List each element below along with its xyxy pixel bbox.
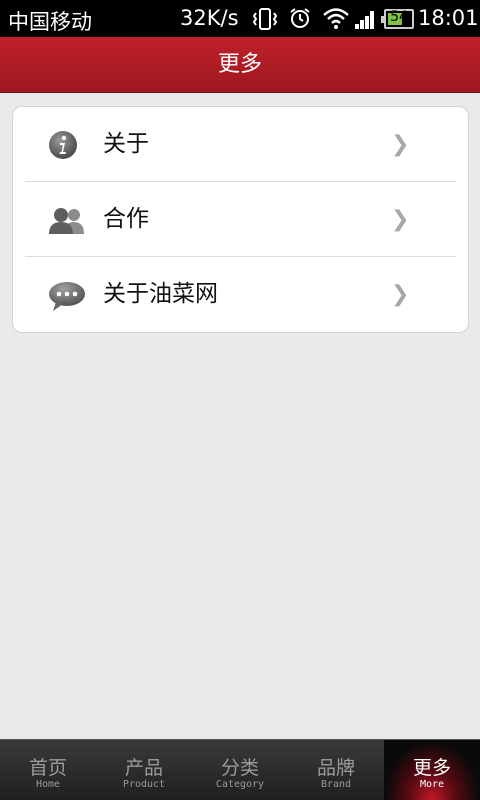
nav-brand[interactable]: 品牌 Brand: [288, 740, 384, 800]
nav-sublabel: More: [419, 779, 445, 790]
menu-item-label: 合作: [103, 206, 149, 232]
battery-icon: 54: [381, 9, 414, 29]
battery-level: 54: [390, 9, 408, 25]
carrier-name: 中国移动: [8, 10, 92, 34]
nav-more[interactable]: 更多 More: [384, 740, 480, 800]
bottom-nav: 首页 Home 产品 Product 分类 Category 品牌 Brand …: [0, 739, 480, 800]
nav-product[interactable]: 产品 Product: [96, 740, 192, 800]
clock: 18:01: [418, 6, 479, 30]
vibrate-icon: [252, 6, 278, 37]
status-bar: 中国移动 32K/s 54 18:01: [0, 0, 480, 37]
chevron-right-icon: ❯: [391, 282, 410, 307]
info-icon: [47, 129, 79, 161]
menu-item-cooperation[interactable]: 合作 ❯: [13, 182, 468, 257]
alarm-icon: [288, 6, 312, 35]
nav-label: 产品: [124, 757, 163, 779]
nav-label: 品牌: [316, 757, 355, 779]
chevron-right-icon: ❯: [391, 132, 410, 157]
people-icon: [48, 206, 88, 238]
wifi-icon: [322, 6, 350, 35]
menu-item-label: 关于油菜网: [103, 281, 218, 307]
nav-label: 首页: [28, 757, 67, 779]
nav-category[interactable]: 分类 Category: [192, 740, 288, 800]
nav-sublabel: Brand: [320, 779, 352, 790]
signal-icon: [355, 11, 377, 29]
menu-item-label: 关于: [103, 131, 149, 157]
nav-sublabel: Home: [35, 779, 61, 790]
menu-item-about-site[interactable]: 关于油菜网 ❯: [13, 257, 468, 332]
page-title: 更多: [0, 37, 480, 93]
more-menu: 关于 ❯ 合作 ❯ 关于油菜网 ❯: [12, 106, 469, 333]
nav-sublabel: Category: [215, 779, 265, 790]
menu-item-about[interactable]: 关于 ❯: [13, 107, 468, 182]
nav-label: 更多: [412, 757, 451, 779]
chevron-right-icon: ❯: [391, 207, 410, 232]
nav-home[interactable]: 首页 Home: [0, 740, 96, 800]
chat-bubble-icon: [47, 281, 87, 313]
nav-label: 分类: [220, 757, 259, 779]
nav-sublabel: Product: [122, 779, 166, 790]
network-speed: 32K/s: [180, 6, 239, 30]
